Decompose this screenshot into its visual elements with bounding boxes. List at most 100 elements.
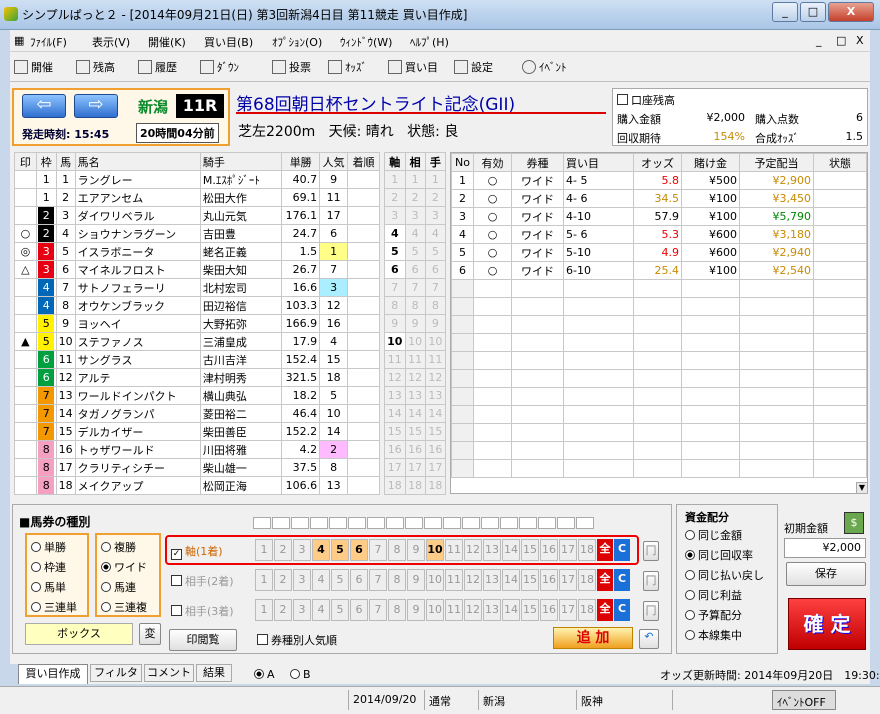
number-button[interactable]: 18 (578, 569, 596, 591)
axis-te-cell[interactable]: 9 (424, 314, 447, 333)
wallet-icon[interactable]: $ (844, 512, 864, 534)
bet-type-radio[interactable] (31, 542, 41, 552)
number-button[interactable]: 16 (540, 599, 558, 621)
horse-mark[interactable] (14, 422, 37, 441)
axis-aite-cell[interactable]: 13 (404, 386, 426, 405)
close-button[interactable]: X (828, 2, 874, 22)
tb-touhyou-button[interactable]: 投票 (272, 56, 311, 78)
fund-option[interactable]: 本線集中 (685, 627, 742, 643)
fund-radio[interactable] (685, 550, 695, 560)
axis-aite-cell[interactable]: 17 (404, 458, 426, 477)
select-all-button[interactable]: 全 (597, 569, 613, 591)
clear-button[interactable]: C (614, 599, 630, 621)
horse-mark[interactable] (14, 206, 37, 225)
horse-mark[interactable] (14, 440, 37, 459)
horse-mark[interactable] (14, 476, 37, 495)
number-button[interactable]: 5 (331, 569, 349, 591)
axis-te-cell[interactable]: 15 (424, 422, 447, 441)
axis-te-cell[interactable]: 2 (424, 188, 447, 207)
event-off-indicator[interactable]: ｲﾍﾞﾝﾄOFF (772, 690, 836, 710)
number-button[interactable]: 2 (274, 599, 292, 621)
bet-valid[interactable]: ○ (473, 171, 512, 190)
horse-row[interactable]: ▲ 5 10 ステファノス 三浦皇成 17.9 4 (14, 332, 380, 351)
menu-view[interactable]: 表示(V) (92, 34, 130, 50)
bet-valid[interactable]: ○ (473, 207, 512, 226)
fund-option[interactable]: 同じ金額 (685, 527, 742, 543)
bet-valid[interactable]: ○ (473, 189, 512, 208)
tb-rireki-button[interactable]: 履歴 (138, 56, 177, 78)
aite3-side-button[interactable]: 冂 (643, 601, 659, 621)
aite2-side-button[interactable]: 冂 (643, 571, 659, 591)
axis-aite-cell[interactable]: 9 (404, 314, 426, 333)
jiku-check[interactable]: ✓ 軸(1着) (171, 543, 223, 560)
fund-option[interactable]: 同じ利益 (685, 587, 742, 603)
number-button[interactable]: 3 (293, 539, 311, 561)
bet-row[interactable]: 6 ○ ワイド 6-10 25.4 ¥100 ¥2,540 (451, 261, 867, 280)
bet-stake[interactable]: ¥100 (681, 261, 740, 280)
axis-te-cell[interactable]: 12 (424, 368, 447, 387)
axis-te-cell[interactable]: 18 (424, 476, 447, 495)
axis-jiku-cell[interactable]: 2 (384, 188, 406, 207)
bet-row[interactable]: 1 ○ ワイド 4- 5 5.8 ¥500 ¥2,900 (451, 171, 867, 190)
axis-te-cell[interactable]: 4 (424, 224, 447, 243)
bet-type-radio[interactable] (31, 562, 41, 572)
horse-mark[interactable] (14, 296, 37, 315)
number-button[interactable]: 17 (559, 539, 577, 561)
menu-kaisai[interactable]: 開催(K) (148, 34, 186, 50)
number-button[interactable]: 14 (502, 569, 520, 591)
fund-radio[interactable] (685, 590, 695, 600)
axis-jiku-cell[interactable]: 9 (384, 314, 406, 333)
bet-type-radio[interactable] (31, 602, 41, 612)
number-button[interactable]: 14 (502, 539, 520, 561)
number-button[interactable]: 6 (350, 569, 368, 591)
horse-row[interactable]: ◎ 3 5 イスラボニータ 蛯名正義 1.5 1 (14, 242, 380, 261)
undo-button[interactable]: ↶ (639, 629, 659, 649)
change-button[interactable]: 変 (139, 623, 161, 645)
axis-jiku-cell[interactable]: 1 (384, 170, 406, 189)
sort-checkbox[interactable] (257, 634, 268, 645)
bet-type-option[interactable]: 三連単 (31, 599, 77, 615)
scroll-down-arrow[interactable]: ▼ (856, 482, 868, 494)
axis-te-cell[interactable]: 8 (424, 296, 447, 315)
number-button[interactable]: 15 (521, 539, 539, 561)
axis-aite-cell[interactable]: 16 (404, 440, 426, 459)
number-button[interactable]: 7 (369, 539, 387, 561)
horse-row[interactable]: 7 14 タガノグランパ 菱田裕二 46.4 10 (14, 404, 380, 423)
horse-row[interactable]: 6 12 アルテ 津村明秀 321.5 18 (14, 368, 380, 387)
number-button[interactable]: 5 (331, 539, 349, 561)
menu-file[interactable]: ﾌｧｲﾙ(F) (30, 34, 67, 50)
axis-aite-cell[interactable]: 12 (404, 368, 426, 387)
box-option[interactable]: ボックス (25, 623, 133, 645)
horse-mark[interactable]: △ (14, 260, 37, 279)
col-combo[interactable]: 買い目 (563, 153, 634, 172)
number-button[interactable]: 13 (483, 599, 501, 621)
axis-aite-cell[interactable]: 18 (404, 476, 426, 495)
number-button[interactable]: 10 (426, 599, 444, 621)
number-button[interactable]: 7 (369, 569, 387, 591)
number-button[interactable]: 18 (578, 539, 596, 561)
radio-b[interactable]: B (290, 668, 311, 681)
horse-mark[interactable] (14, 278, 37, 297)
number-button[interactable]: 17 (559, 569, 577, 591)
axis-aite-cell[interactable]: 15 (404, 422, 426, 441)
axis-aite-cell[interactable]: 1 (404, 170, 426, 189)
number-button[interactable]: 17 (559, 599, 577, 621)
bet-stake[interactable]: ¥500 (681, 171, 740, 190)
horse-row[interactable]: ○ 2 4 ショウナンラグーン 吉田豊 24.7 6 (14, 224, 380, 243)
select-all-button[interactable]: 全 (597, 599, 613, 621)
col-type[interactable]: 券種 (511, 153, 564, 172)
menu-help[interactable]: ﾍﾙﾌﾟ(H) (410, 34, 449, 50)
fund-option[interactable]: 同じ回収率 (685, 547, 753, 563)
number-button[interactable]: 12 (464, 569, 482, 591)
axis-te-cell[interactable]: 5 (424, 242, 447, 261)
add-button[interactable]: 追 加 (553, 627, 633, 649)
number-button[interactable]: 10 (426, 569, 444, 591)
child-close-button[interactable]: X (856, 34, 864, 47)
number-button[interactable]: 14 (502, 599, 520, 621)
axis-te-cell[interactable]: 11 (424, 350, 447, 369)
clear-button[interactable]: C (614, 539, 630, 561)
horse-row[interactable]: 1 2 エアアンセム 松田大作 69.1 11 (14, 188, 380, 207)
number-button[interactable]: 13 (483, 569, 501, 591)
axis-aite-cell[interactable]: 3 (404, 206, 426, 225)
aite2-checkbox[interactable] (171, 575, 182, 586)
